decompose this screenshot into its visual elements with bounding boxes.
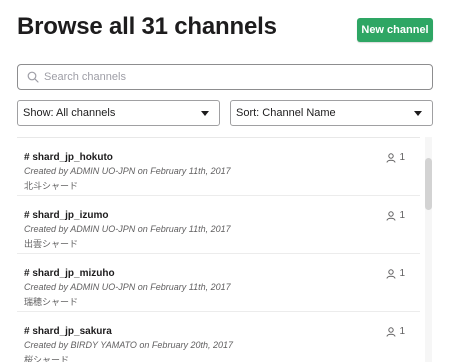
channel-created-info: Created by ADMIN UO-JPN on February 11th… [24,166,231,176]
chevron-down-icon [201,110,209,116]
user-icon [386,268,396,279]
channel-name[interactable]: # shard_jp_sakura [24,326,112,337]
channel-row[interactable]: # shard_jp_mizuho Created by ADMIN UO-JP… [17,254,420,312]
channel-list: # shard_jp_hokuto Created by ADMIN UO-JP… [17,137,420,362]
channel-created-info: Created by ADMIN UO-JPN on February 11th… [24,224,231,234]
browse-channels-page: Browse all 31 channels New channel Show:… [0,0,450,362]
chevron-down-icon [414,110,422,116]
channel-row[interactable]: # shard_jp_hokuto Created by ADMIN UO-JP… [17,138,420,196]
show-filter-label: Show: All channels [23,107,116,119]
channel-purpose: 出雲シャード [24,239,79,249]
channel-row[interactable]: # shard_jp_izumo Created by ADMIN UO-JPN… [17,196,420,254]
page-title: Browse all 31 channels [17,13,277,40]
channel-creator: ADMIN UO-JPN [70,282,136,292]
show-filter-select[interactable]: Show: All channels [17,100,220,126]
new-channel-button[interactable]: New channel [357,18,433,42]
channel-creator: ADMIN UO-JPN [70,224,136,234]
user-icon [386,326,396,337]
channel-name[interactable]: # shard_jp_mizuho [24,268,115,279]
channel-purpose: 北斗シャード [24,181,79,191]
member-count: 1 [386,326,405,337]
search-box[interactable] [17,64,433,90]
channel-created-info: Created by ADMIN UO-JPN on February 11th… [24,282,231,292]
member-count: 1 [386,152,405,163]
member-count-value: 1 [399,210,405,221]
member-count-value: 1 [399,326,405,337]
member-count-value: 1 [399,268,405,279]
member-count-value: 1 [399,152,405,163]
user-icon [386,152,396,163]
channel-purpose: 瑞穂シャード [24,297,79,307]
member-count: 1 [386,268,405,279]
channel-created-info: Created by BIRDY YAMATO on February 20th… [24,340,233,350]
member-count: 1 [386,210,405,221]
scrollbar-thumb[interactable] [425,158,432,210]
user-icon [386,210,396,221]
channel-creator: BIRDY YAMATO [70,340,137,350]
channel-creator: ADMIN UO-JPN [70,166,136,176]
search-icon [27,71,39,83]
channel-row[interactable]: # shard_jp_sakura Created by BIRDY YAMAT… [17,312,420,362]
sort-select[interactable]: Sort: Channel Name [230,100,433,126]
channel-name[interactable]: # shard_jp_hokuto [24,152,113,163]
search-input[interactable] [44,71,414,83]
channel-name[interactable]: # shard_jp_izumo [24,210,108,221]
channel-purpose: 桜シャード [24,355,70,362]
sort-label: Sort: Channel Name [236,107,336,119]
